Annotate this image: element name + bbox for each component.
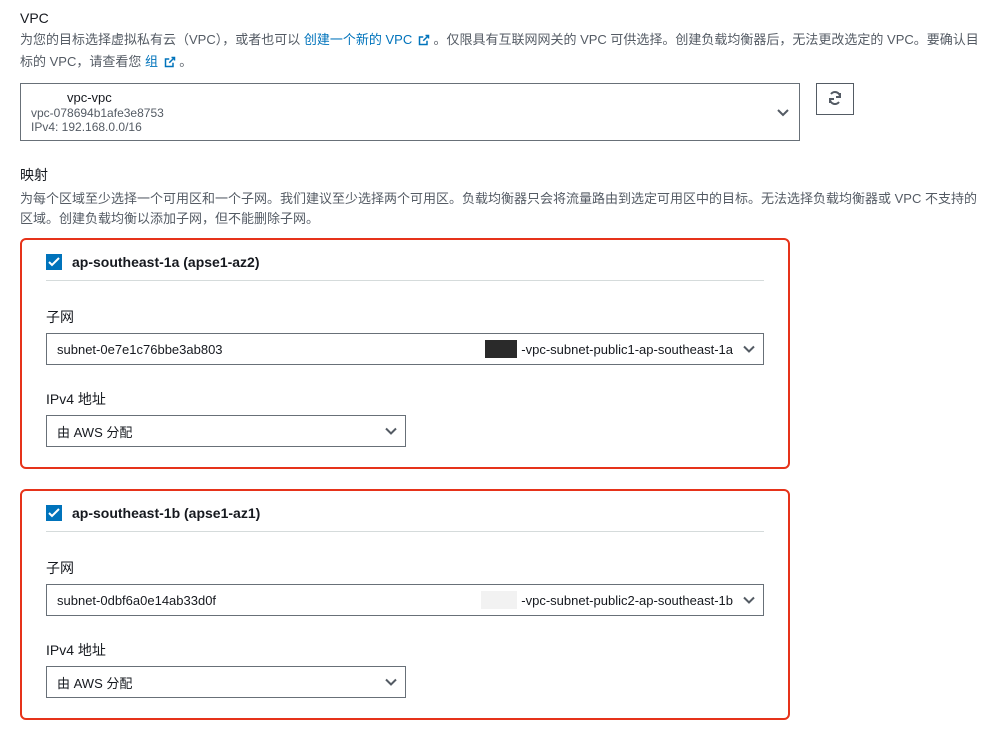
refresh-button[interactable] [816, 83, 854, 115]
chevron-down-icon [385, 675, 397, 690]
vpc-selected-cidr: IPv4: 192.168.0.0/16 [31, 120, 767, 134]
az1-ipv4-label: IPv4 地址 [46, 389, 764, 409]
az2-ipv4-value: 由 AWS 分配 [57, 673, 132, 692]
az2-subnet-id: subnet-0dbf6a0e14ab33d0f [57, 593, 216, 608]
vpc-selected-name: vpc-vpc [31, 90, 767, 105]
chevron-down-icon [743, 593, 755, 608]
az-box-1: ap-southeast-1a (apse1-az2) 子网 subnet-0e… [20, 238, 790, 469]
az2-subnet-name: -vpc-subnet-public2-ap-southeast-1b [521, 593, 733, 608]
az2-ipv4-select[interactable]: 由 AWS 分配 [46, 666, 406, 698]
az-box-2: ap-southeast-1b (apse1-az1) 子网 subnet-0d… [20, 489, 790, 720]
chevron-down-icon [743, 342, 755, 357]
chevron-down-icon [385, 424, 397, 439]
chevron-down-icon [777, 104, 789, 120]
redacted-block [481, 591, 517, 609]
az2-subnet-label: 子网 [46, 558, 764, 578]
mapping-section-header: 映射 [20, 165, 981, 185]
external-link-icon [418, 32, 430, 52]
az2-checkbox[interactable] [46, 505, 62, 521]
az1-name: ap-southeast-1a (apse1-az2) [72, 254, 260, 270]
vpc-desc-text-1: 为您的目标选择虚拟私有云（VPC），或者也可以 [20, 32, 300, 47]
az1-ipv4-value: 由 AWS 分配 [57, 422, 132, 441]
mapping-description: 为每个区域至少选择一个可用区和一个子网。我们建议至少选择两个可用区。负载均衡器只… [20, 189, 981, 228]
az1-subnet-label: 子网 [46, 307, 764, 327]
group-link[interactable]: 组 [145, 54, 179, 69]
vpc-description: 为您的目标选择虚拟私有云（VPC），或者也可以 创建一个新的 VPC 。仅限具有… [20, 30, 981, 73]
az1-subnet-name: -vpc-subnet-public1-ap-southeast-1a [521, 342, 733, 357]
vpc-section-header: VPC [20, 10, 981, 26]
az1-ipv4-select[interactable]: 由 AWS 分配 [46, 415, 406, 447]
create-new-vpc-link[interactable]: 创建一个新的 VPC [304, 32, 434, 47]
vpc-select-dropdown[interactable]: vpc-vpc vpc-078694b1afe3e8753 IPv4: 192.… [20, 83, 800, 141]
az2-ipv4-label: IPv4 地址 [46, 640, 764, 660]
external-link-icon [164, 54, 176, 74]
az1-checkbox[interactable] [46, 254, 62, 270]
az1-subnet-select[interactable]: subnet-0e7e1c76bbe3ab803 -vpc-subnet-pub… [46, 333, 764, 365]
vpc-desc-text-3: 。 [179, 54, 192, 69]
vpc-selected-id: vpc-078694b1afe3e8753 [31, 106, 767, 120]
az2-subnet-select[interactable]: subnet-0dbf6a0e14ab33d0f -vpc-subnet-pub… [46, 584, 764, 616]
redacted-block [485, 340, 517, 358]
az2-name: ap-southeast-1b (apse1-az1) [72, 505, 260, 521]
refresh-icon [827, 90, 843, 109]
az1-subnet-id: subnet-0e7e1c76bbe3ab803 [57, 342, 223, 357]
